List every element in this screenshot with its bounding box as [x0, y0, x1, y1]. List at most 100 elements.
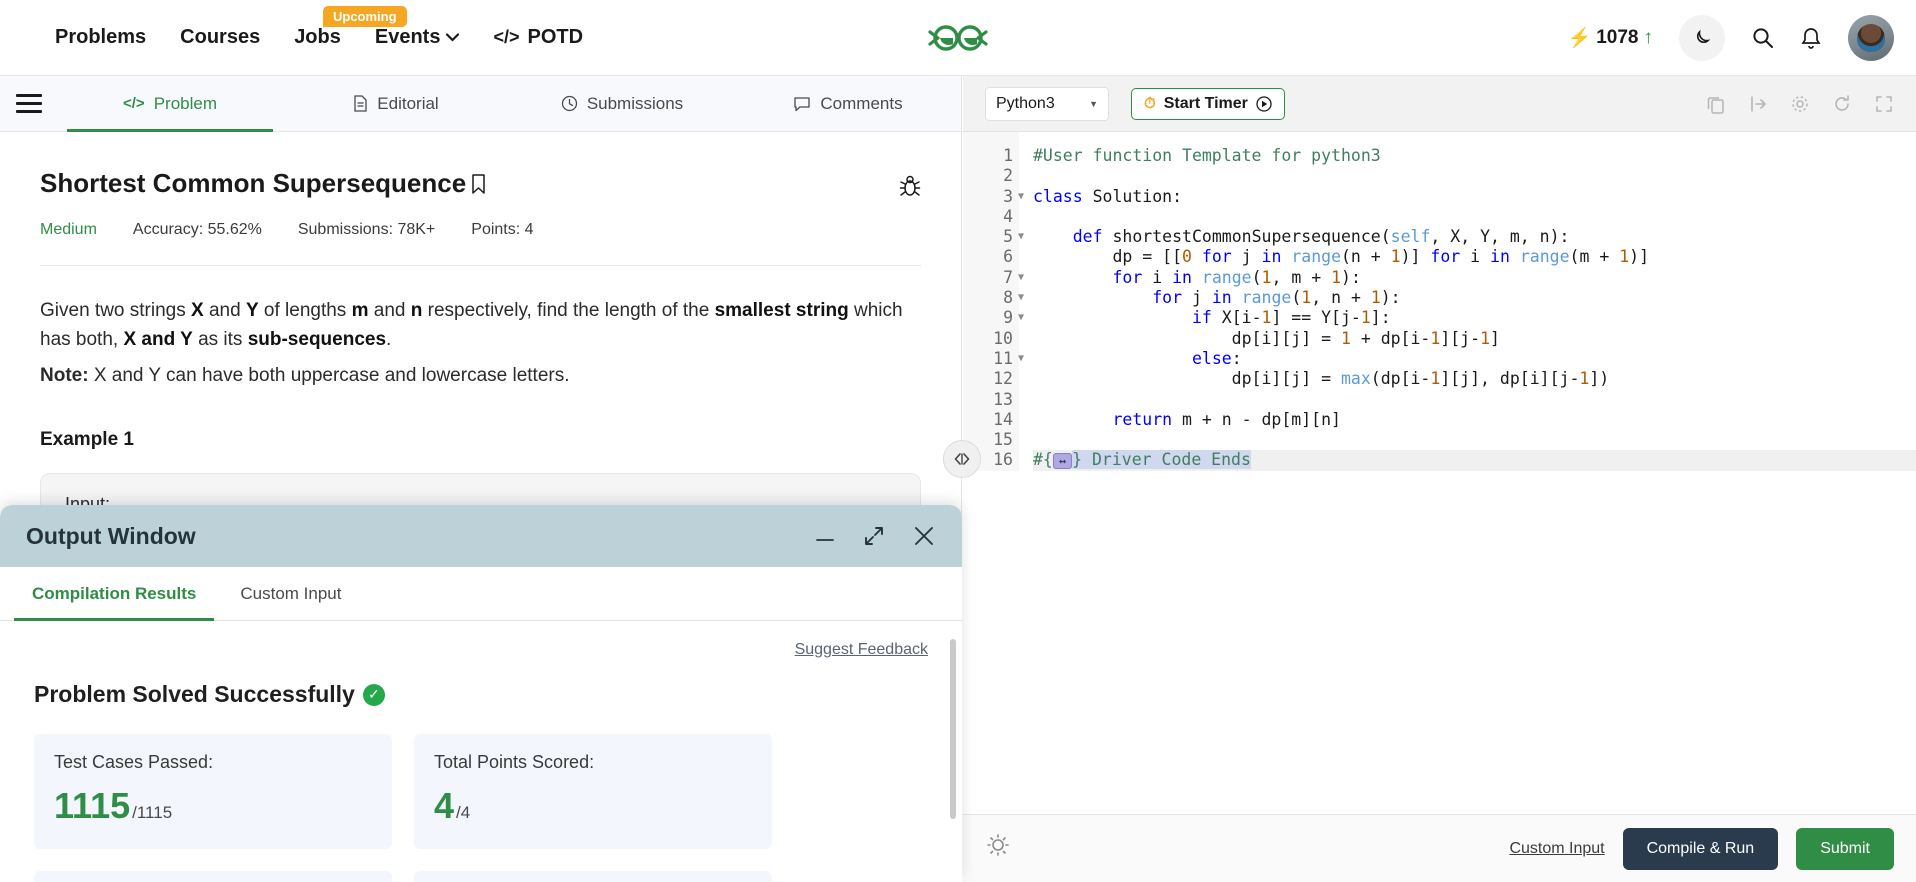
code-icon: </> — [123, 95, 145, 112]
chevron-down-icon: ▼ — [1089, 98, 1098, 109]
tab-problem[interactable]: </> Problem — [57, 76, 283, 132]
top-navigation-bar: Problems Courses Jobs Events </> POTD Up… — [0, 0, 1916, 76]
folded-code-chip[interactable]: ↔ — [1052, 453, 1073, 470]
tab-label: Comments — [820, 93, 903, 113]
stat-value: 4/4 — [434, 785, 752, 827]
bookmark-icon[interactable] — [470, 173, 487, 195]
copy-icon[interactable] — [1706, 94, 1726, 114]
comment-icon — [794, 96, 811, 111]
compile-run-button[interactable]: Compile & Run — [1622, 827, 1779, 870]
tab-compilation-results[interactable]: Compilation Results — [14, 567, 215, 621]
result-title: Problem Solved Successfully — [34, 681, 355, 707]
code-line[interactable]: #{↔} Driver Code Ends — [1033, 450, 1916, 471]
code-icon: </> — [493, 27, 520, 47]
lightbulb-icon[interactable] — [985, 833, 1011, 864]
tab-editorial[interactable]: Editorial — [283, 76, 509, 131]
nav-item-label: Jobs — [294, 26, 341, 48]
stmt-seg: . — [386, 329, 392, 351]
theme-toggle-button[interactable] — [1679, 14, 1725, 61]
nav-links: Problems Courses Jobs Events </> POTD Up… — [55, 6, 583, 49]
submissions-text: Submissions: 78K+ — [297, 221, 436, 238]
code-line[interactable]: for i in range(1, m + 1): — [1033, 268, 1916, 288]
line-number: 11 ▼ — [993, 348, 1024, 368]
nav-item-jobs[interactable]: Jobs — [294, 26, 341, 49]
stat-total: /1115 — [132, 803, 173, 822]
start-timer-button[interactable]: ⏱ Start Timer — [1131, 87, 1285, 120]
code-line[interactable]: for j in range(1, n + 1): — [1033, 288, 1916, 308]
output-window: Output Window Compilation Results Custom… — [0, 505, 962, 882]
problem-tabs-bar: </> Problem Editorial Submissions Commen… — [0, 76, 961, 132]
tab-label: Compilation Results — [32, 583, 197, 603]
panel-splitter-handle[interactable] — [943, 440, 981, 478]
language-select-value: Python3 — [996, 94, 1055, 112]
tab-custom-input[interactable]: Custom Input — [222, 567, 359, 620]
code-line[interactable]: class Solution: — [1033, 187, 1916, 207]
stmt-x: X — [191, 300, 204, 321]
streak-counter[interactable]: ⚡ 1078 ↑ — [1568, 26, 1653, 50]
tab-comments[interactable]: Comments — [735, 76, 961, 131]
output-window-body: Suggest Feedback Problem Solved Successf… — [0, 621, 962, 882]
nav-item-label: Events — [374, 26, 441, 48]
code-line[interactable]: dp = [[0 for j in range(n + 1)] for i in… — [1033, 247, 1916, 267]
stmt-n: n — [410, 300, 423, 321]
nav-item-courses[interactable]: Courses — [180, 26, 260, 49]
suggest-feedback-link[interactable]: Suggest Feedback — [795, 641, 928, 658]
custom-input-link[interactable]: Custom Input — [1509, 840, 1604, 858]
stmt-m: m — [351, 300, 369, 321]
document-icon — [354, 95, 367, 112]
line-number: 8 ▼ — [1003, 288, 1024, 308]
code-area[interactable]: 1 2 3 ▼ 4 5 ▼ 6 7 ▼ 8 ▼ 9 ▼ 10 11 ▼ 12 13 14 15 16 #User func… — [963, 132, 1916, 814]
minimize-icon[interactable] — [814, 525, 836, 547]
stmt-seg: of lengths — [258, 300, 352, 321]
stopwatch-icon: ⏱ — [1144, 95, 1156, 112]
code-line[interactable]: def shortestCommonSupersequence(self, X,… — [1033, 227, 1916, 247]
note-label: Note: — [40, 364, 89, 386]
stat-number: 4 — [434, 785, 455, 826]
problem-title-text: Shortest Common Supersequence — [40, 168, 467, 198]
code-line[interactable] — [1033, 430, 1916, 450]
language-select[interactable]: Python3 ▼ — [985, 86, 1109, 121]
expand-icon[interactable] — [862, 524, 886, 548]
bug-icon[interactable] — [899, 174, 921, 198]
code-line[interactable] — [1033, 207, 1916, 227]
nav-item-events[interactable]: Events — [375, 26, 460, 49]
code-line[interactable] — [1033, 390, 1916, 410]
close-icon[interactable] — [912, 524, 936, 548]
code-line[interactable]: dp[i][j] = max(dp[i-1][j], dp[i][j-1]) — [1033, 369, 1916, 389]
line-number: 4 — [1003, 206, 1013, 226]
fullscreen-exit-icon[interactable] — [1748, 94, 1768, 114]
code-content[interactable]: #User function Template for python3 clas… — [1019, 132, 1916, 471]
reset-icon[interactable] — [1832, 94, 1852, 114]
hamburger-icon[interactable] — [0, 76, 57, 131]
suggest-feedback: Suggest Feedback — [34, 641, 928, 659]
code-line[interactable]: return m + n - dp[m][n] — [1033, 410, 1916, 430]
stmt-xy: X and Y — [123, 329, 193, 351]
gfg-logo[interactable] — [916, 15, 1000, 61]
stmt-smallest: smallest string — [714, 300, 849, 321]
line-number: 6 — [1003, 247, 1013, 267]
code-line[interactable]: #User function Template for python3 — [1033, 146, 1916, 166]
nav-item-label: Problems — [55, 26, 147, 48]
accuracy-text: Accuracy: 55.62% — [132, 221, 262, 238]
submit-button[interactable]: Submit — [1796, 827, 1894, 870]
line-number: 13 — [993, 389, 1013, 409]
code-line[interactable]: dp[i][j] = 1 + dp[i-1][j-1] — [1033, 329, 1916, 349]
line-number: 7 ▼ — [1003, 267, 1024, 287]
code-line[interactable]: else: — [1033, 349, 1916, 369]
output-scrollbar[interactable] — [950, 639, 956, 819]
nav-item-problems[interactable]: Problems — [55, 26, 146, 49]
code-line[interactable]: if X[i-1] == Y[j-1]: — [1033, 308, 1916, 328]
tab-submissions[interactable]: Submissions — [509, 76, 735, 131]
nav-item-potd[interactable]: </> POTD — [493, 26, 583, 49]
output-window-header[interactable]: Output Window — [0, 505, 962, 567]
line-number: 5 ▼ — [1003, 227, 1024, 247]
nav-item-label: Courses — [180, 26, 261, 48]
code-line[interactable] — [1033, 166, 1916, 186]
gear-icon[interactable] — [1790, 94, 1810, 114]
expand-icon[interactable] — [1874, 94, 1894, 114]
stat-card: Total Time Taken: — [414, 871, 772, 882]
stat-label: Test Cases Passed: — [54, 752, 214, 772]
search-button[interactable] — [1751, 26, 1774, 49]
notifications-button[interactable] — [1800, 26, 1822, 50]
avatar[interactable] — [1848, 14, 1894, 61]
